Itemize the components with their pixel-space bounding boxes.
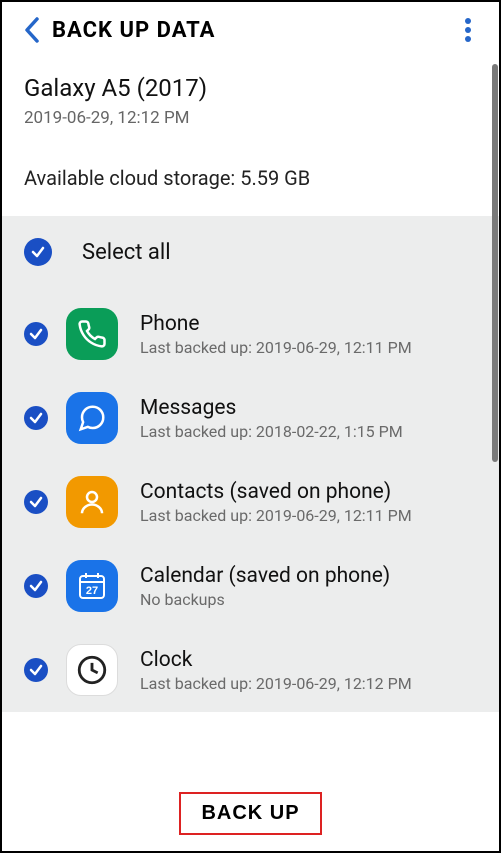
item-sub: Last backed up: 2018-02-22, 1:15 PM: [140, 422, 477, 441]
phone-icon: [66, 308, 118, 360]
item-info: Calendar (saved on phone) No backups: [140, 564, 477, 609]
list-item[interactable]: Messages Last backed up: 2018-02-22, 1:1…: [2, 376, 499, 460]
item-name: Calendar (saved on phone): [140, 564, 477, 588]
content-area: Galaxy A5 (2017) 2019-06-29, 12:12 PM Av…: [2, 58, 499, 780]
chevron-left-icon: [23, 16, 41, 44]
storage-label: Available cloud storage: 5.59 GB: [24, 166, 477, 190]
item-sub: No backups: [140, 590, 477, 609]
back-button[interactable]: [12, 16, 52, 44]
check-icon: [30, 244, 46, 260]
storage-info: Available cloud storage: 5.59 GB: [2, 148, 499, 216]
list-item[interactable]: Phone Last backed up: 2019-06-29, 12:11 …: [2, 292, 499, 376]
app-bar: BACK UP DATA: [2, 2, 499, 58]
item-name: Phone: [140, 312, 477, 336]
backup-list: Select all Phone Last backed up: 2019-06…: [2, 216, 499, 712]
item-name: Clock: [140, 648, 477, 672]
list-item[interactable]: Clock Last backed up: 2019-06-29, 12:12 …: [2, 628, 499, 712]
item-checkbox[interactable]: [24, 490, 48, 514]
select-all-label: Select all: [82, 240, 171, 265]
scrollbar[interactable]: [492, 64, 498, 462]
device-timestamp: 2019-06-29, 12:12 PM: [24, 108, 477, 128]
check-icon: [28, 494, 44, 510]
list-item[interactable]: 27 Calendar (saved on phone) No backups: [2, 544, 499, 628]
page-title: BACK UP DATA: [52, 18, 453, 43]
item-info: Contacts (saved on phone) Last backed up…: [140, 480, 477, 525]
select-all-row[interactable]: Select all: [2, 216, 499, 292]
device-name: Galaxy A5 (2017): [24, 74, 477, 102]
item-sub: Last backed up: 2019-06-29, 12:11 PM: [140, 506, 477, 525]
svg-text:27: 27: [86, 585, 98, 597]
item-checkbox[interactable]: [24, 406, 48, 430]
messages-icon: [66, 392, 118, 444]
item-info: Clock Last backed up: 2019-06-29, 12:12 …: [140, 648, 477, 693]
list-item[interactable]: Contacts (saved on phone) Last backed up…: [2, 460, 499, 544]
check-icon: [28, 578, 44, 594]
check-icon: [28, 662, 44, 678]
more-menu-button[interactable]: [453, 18, 483, 42]
device-info: Galaxy A5 (2017) 2019-06-29, 12:12 PM: [2, 58, 499, 148]
item-checkbox[interactable]: [24, 574, 48, 598]
backup-button[interactable]: BACK UP: [179, 792, 321, 835]
screen: BACK UP DATA Galaxy A5 (2017) 2019-06-29…: [0, 0, 501, 853]
item-sub: Last backed up: 2019-06-29, 12:11 PM: [140, 338, 477, 357]
item-sub: Last backed up: 2019-06-29, 12:12 PM: [140, 674, 477, 693]
check-icon: [28, 410, 44, 426]
select-all-checkbox[interactable]: [24, 238, 52, 266]
item-checkbox[interactable]: [24, 322, 48, 346]
contacts-icon: [66, 476, 118, 528]
item-name: Contacts (saved on phone): [140, 480, 477, 504]
footer-bar: BACK UP: [2, 780, 499, 851]
item-name: Messages: [140, 396, 477, 420]
clock-icon: [66, 644, 118, 696]
item-info: Phone Last backed up: 2019-06-29, 12:11 …: [140, 312, 477, 357]
more-vertical-icon: [465, 18, 471, 42]
item-checkbox[interactable]: [24, 658, 48, 682]
calendar-icon: 27: [66, 560, 118, 612]
item-info: Messages Last backed up: 2018-02-22, 1:1…: [140, 396, 477, 441]
check-icon: [28, 326, 44, 342]
